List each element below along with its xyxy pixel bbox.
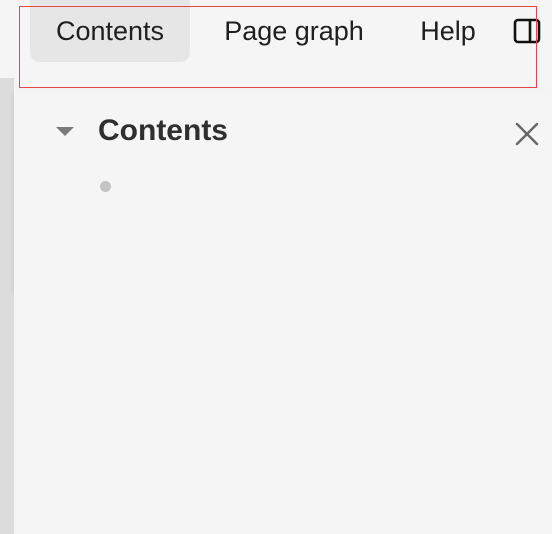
panel-right-icon	[513, 18, 541, 44]
main-content-area	[14, 288, 552, 534]
contents-panel: Contents	[14, 90, 552, 288]
tab-contents[interactable]: Contents	[30, 0, 190, 62]
bullet-dot-icon	[100, 181, 111, 192]
tab-page-graph-label: Page graph	[224, 15, 364, 46]
tab-help-label: Help	[420, 15, 476, 46]
top-toolbar: Contents Page graph Help	[0, 0, 552, 64]
contents-panel-title: Contents	[98, 114, 228, 147]
caret-down-icon[interactable]	[56, 127, 74, 136]
tab-page-graph[interactable]: Page graph	[208, 0, 380, 62]
app-window: Contents Page graph Help Contents	[0, 0, 552, 534]
panel-toggle-button[interactable]	[513, 18, 541, 44]
left-rail	[0, 78, 14, 534]
tab-contents-label: Contents	[55, 15, 165, 46]
tab-help[interactable]: Help	[405, 0, 491, 62]
close-icon	[515, 122, 539, 146]
close-button[interactable]	[514, 121, 540, 147]
